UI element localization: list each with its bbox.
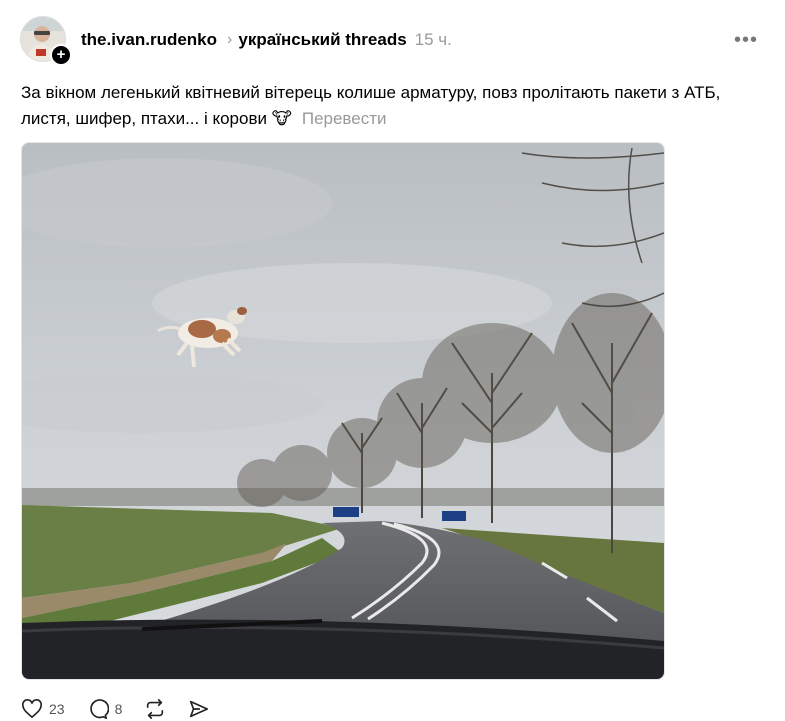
translate-link[interactable]: Перевести [302, 109, 387, 128]
chevron-right-icon: › [227, 31, 233, 48]
share-button[interactable] [188, 698, 210, 720]
flying-cow-photo [22, 143, 664, 679]
heart-icon [22, 699, 42, 719]
like-button[interactable]: 23 [21, 699, 65, 719]
post-image[interactable] [21, 142, 665, 680]
reply-button[interactable]: 8 [87, 698, 123, 720]
post-text: За вікном легенький квітневий вітерець к… [21, 80, 766, 132]
reply-bubble-icon [89, 699, 109, 719]
avatar-container[interactable]: + [20, 16, 72, 66]
username-link[interactable]: the.ivan.rudenko [81, 30, 217, 50]
repost-icon [147, 699, 164, 719]
like-count: 23 [49, 701, 65, 717]
share-send-icon [190, 700, 209, 718]
topic-link[interactable]: український threads [238, 30, 406, 50]
more-dots-icon[interactable]: ••• [734, 30, 760, 50]
thread-post: + the.ivan.rudenko › український threads… [0, 0, 785, 721]
reply-count: 8 [114, 701, 123, 717]
follow-plus-icon[interactable]: + [50, 44, 72, 66]
post-actions: 23 8 [21, 696, 232, 721]
repost-button[interactable] [144, 698, 166, 720]
post-timestamp[interactable]: 15 ч. [415, 30, 452, 50]
post-header: the.ivan.rudenko › український threads 1… [81, 30, 452, 50]
